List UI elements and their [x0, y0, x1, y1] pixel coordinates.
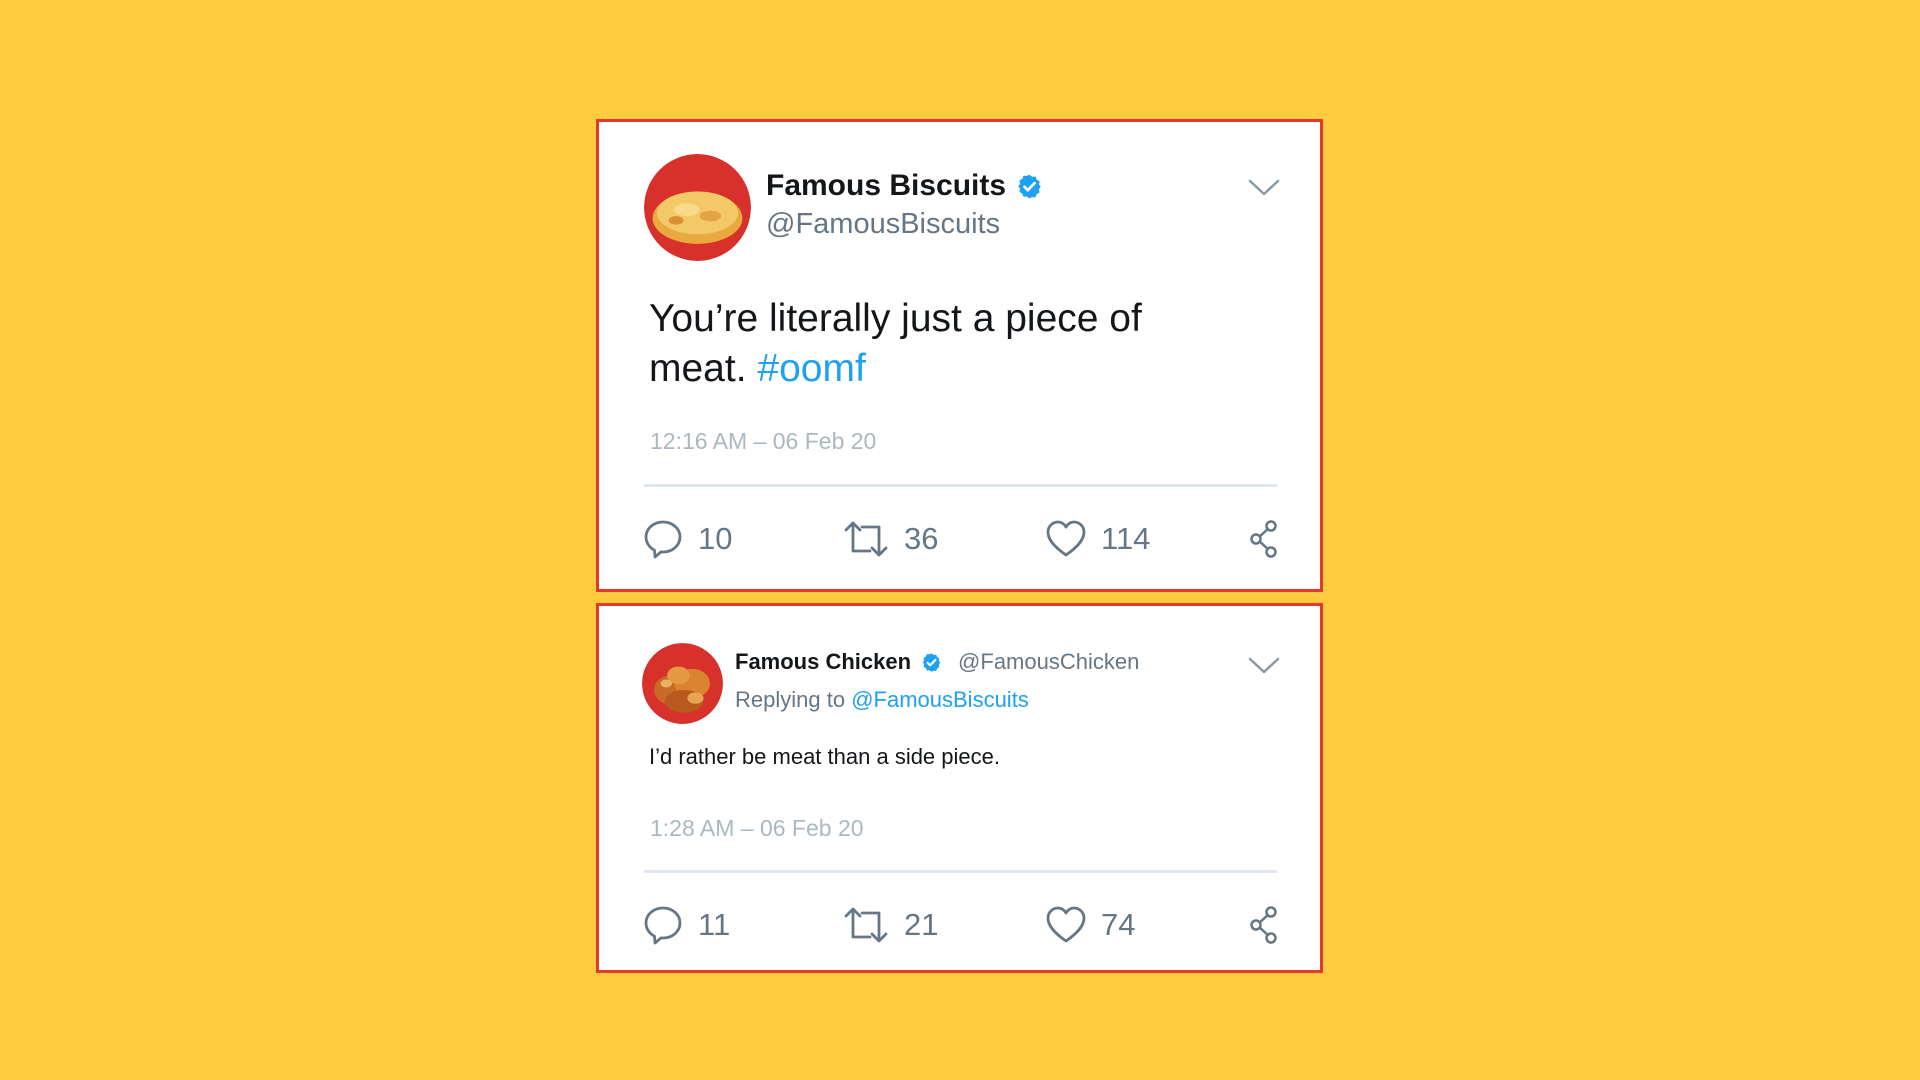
- share-button[interactable]: [1249, 904, 1279, 946]
- reply-count: 11: [698, 907, 731, 942]
- tweet-text: I’d rather be meat than a side piece.: [649, 744, 1000, 769]
- biscuit-avatar-icon: [644, 154, 751, 261]
- user-handle[interactable]: @FamousBiscuits: [766, 206, 1043, 242]
- reply-count: 10: [698, 521, 733, 556]
- reply-icon: [644, 520, 682, 559]
- avatar[interactable]: [644, 154, 751, 261]
- tweet-card-reply[interactable]: Famous Chicken @FamousChicken Replying t…: [596, 603, 1323, 973]
- retweet-count: 21: [904, 907, 939, 942]
- divider: [644, 870, 1277, 873]
- like-count: 114: [1101, 521, 1151, 556]
- tweet-timestamp[interactable]: 12:16 AM – 06 Feb 20: [650, 428, 876, 455]
- like-count: 74: [1101, 907, 1136, 942]
- reply-icon: [644, 906, 682, 945]
- display-name[interactable]: Famous Chicken: [735, 646, 911, 678]
- retweet-icon: [844, 521, 888, 557]
- divider: [644, 484, 1277, 487]
- replying-to-mention[interactable]: @FamousBiscuits: [851, 687, 1029, 712]
- share-icon: [1250, 906, 1277, 944]
- verified-badge-icon: [922, 652, 941, 672]
- display-name[interactable]: Famous Biscuits: [766, 168, 1043, 204]
- hashtag-link[interactable]: #oomf: [757, 347, 865, 390]
- tweet-card-original[interactable]: Famous Biscuits @FamousBiscuits You’re l…: [596, 119, 1323, 592]
- chevron-down-icon[interactable]: [1248, 178, 1280, 198]
- verified-badge-icon: [1018, 174, 1041, 198]
- share-icon: [1250, 520, 1277, 558]
- avatar[interactable]: [642, 643, 723, 724]
- like-button[interactable]: 74: [1045, 904, 1135, 946]
- tweet-text: You’re literally just a piece of meat. #…: [649, 297, 1142, 390]
- user-handle[interactable]: @FamousChicken: [958, 646, 1139, 678]
- reply-button[interactable]: 11: [642, 904, 730, 946]
- retweet-icon: [844, 907, 888, 943]
- retweet-button[interactable]: 21: [842, 904, 938, 946]
- retweet-count: 36: [904, 521, 939, 556]
- retweet-button[interactable]: 36: [842, 518, 938, 560]
- reply-button[interactable]: 10: [642, 518, 732, 560]
- heart-icon: [1046, 906, 1086, 943]
- share-button[interactable]: [1249, 518, 1279, 560]
- heart-icon: [1046, 520, 1086, 557]
- replying-to-line: Replying to @FamousBiscuits: [735, 687, 1029, 712]
- like-button[interactable]: 114: [1045, 518, 1150, 560]
- chevron-down-icon[interactable]: [1248, 656, 1280, 676]
- tweet-timestamp[interactable]: 1:28 AM – 06 Feb 20: [650, 815, 864, 842]
- chicken-avatar-icon: [642, 643, 723, 724]
